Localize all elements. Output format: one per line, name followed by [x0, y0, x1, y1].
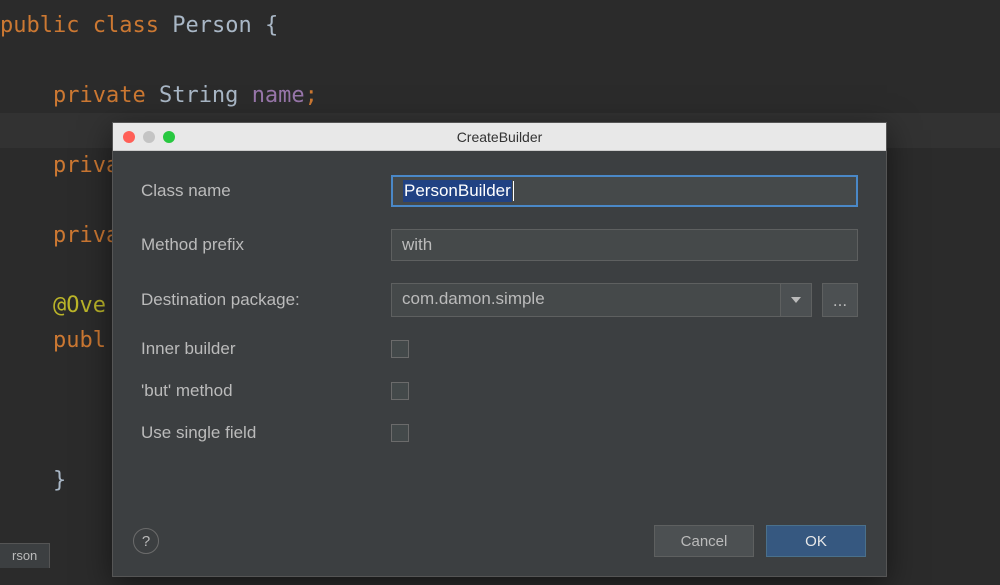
destination-package-value: com.damon.simple [392, 284, 781, 316]
keyword: private [53, 83, 146, 108]
annotation-partial: @Ove [53, 293, 106, 318]
field-name: name [252, 83, 305, 108]
method-prefix-label: Method prefix [141, 235, 391, 255]
method-prefix-row: Method prefix with [141, 229, 858, 261]
minimize-icon [143, 131, 155, 143]
use-single-field-checkbox[interactable] [391, 424, 409, 442]
destination-package-row: Destination package: com.damon.simple ..… [141, 283, 858, 317]
brace: { [265, 13, 278, 38]
method-prefix-value: with [402, 235, 432, 255]
create-builder-dialog: CreateBuilder Class name PersonBuilder M… [112, 122, 887, 577]
maximize-icon[interactable] [163, 131, 175, 143]
destination-package-combo[interactable]: com.damon.simple [391, 283, 812, 317]
method-prefix-input[interactable]: with [391, 229, 858, 261]
class-name-label: Class name [141, 181, 391, 201]
semicolon: ; [305, 83, 318, 108]
use-single-field-label: Use single field [141, 423, 391, 443]
dialog-body: Class name PersonBuilder Method prefix w… [113, 151, 886, 516]
brace: } [53, 468, 66, 493]
ok-label: OK [805, 533, 827, 550]
keyword-partial: priva [53, 223, 119, 248]
type: String [159, 83, 238, 108]
browse-package-button[interactable]: ... [822, 283, 858, 317]
but-method-checkbox[interactable] [391, 382, 409, 400]
but-method-row: 'but' method [141, 381, 858, 401]
cancel-label: Cancel [681, 533, 728, 550]
class-name-input[interactable]: PersonBuilder [391, 175, 858, 207]
tab-label: rson [12, 548, 37, 563]
inner-builder-row: Inner builder [141, 339, 858, 359]
inner-builder-checkbox[interactable] [391, 340, 409, 358]
but-method-label: 'but' method [141, 381, 391, 401]
close-icon[interactable] [123, 131, 135, 143]
cancel-button[interactable]: Cancel [654, 525, 754, 557]
inner-builder-label: Inner builder [141, 339, 391, 359]
dialog-title: CreateBuilder [113, 129, 886, 145]
text-caret [513, 181, 514, 201]
keyword: public [0, 13, 79, 38]
help-button[interactable]: ? [133, 528, 159, 554]
browse-label: ... [833, 292, 847, 309]
editor-tab[interactable]: rson [0, 543, 50, 568]
keyword-partial: publ [53, 328, 106, 353]
class-name-value: PersonBuilder [403, 180, 512, 202]
class-name-row: Class name PersonBuilder [141, 175, 858, 207]
chevron-down-icon[interactable] [781, 284, 811, 316]
use-single-field-row: Use single field [141, 423, 858, 443]
dialog-footer: ? Cancel OK [113, 516, 886, 576]
window-controls [113, 131, 175, 143]
keyword-partial: priva [53, 153, 119, 178]
keyword: class [93, 13, 159, 38]
destination-package-label: Destination package: [141, 290, 391, 310]
class-name: Person [172, 13, 251, 38]
ok-button[interactable]: OK [766, 525, 866, 557]
dialog-titlebar[interactable]: CreateBuilder [113, 123, 886, 151]
help-icon: ? [142, 533, 150, 550]
